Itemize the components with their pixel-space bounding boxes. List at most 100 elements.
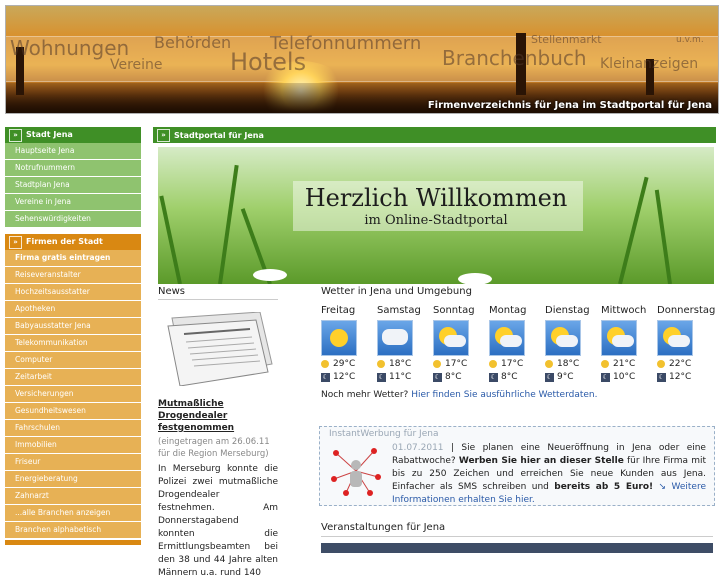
ad-date: 01.07.2011 <box>392 443 444 453</box>
weather-night-temp: 12°C <box>669 372 692 382</box>
weather-day: Mittwoch 21°C ☾ 10°C <box>601 305 657 382</box>
weather-day-name: Sonntag <box>433 305 475 316</box>
weather-details-link[interactable]: Hier finden Sie ausführliche Wetterdaten… <box>411 390 597 400</box>
sidebar-item[interactable]: Immobilien <box>5 437 141 454</box>
main-heading-bar: » Stadtportal für Jena <box>153 127 716 143</box>
sidebar-next-section-edge <box>5 540 141 545</box>
double-arrow-icon: » <box>9 235 22 249</box>
banner-caption: Firmenverzeichnis für Jena im Stadtporta… <box>427 100 712 111</box>
partly-cloudy-icon <box>489 320 525 356</box>
sidebar-item[interactable]: Apotheken <box>5 301 141 318</box>
weather-day-name: Montag <box>489 305 527 316</box>
weather-title: Wetter in Jena und Umgebung <box>321 286 472 297</box>
news-headline-link[interactable]: Mutmaßliche Drogendealer festgenommen <box>158 398 278 434</box>
sidebar-item[interactable]: Computer <box>5 352 141 369</box>
sidebar-item[interactable]: Reiseveranstalter <box>5 267 141 284</box>
sun-icon <box>377 360 385 368</box>
daisy-flower <box>458 273 492 284</box>
banner-word: Kleinanzeigen <box>600 56 699 72</box>
sidebar-item[interactable]: Zeitarbeit <box>5 369 141 386</box>
weather-day-temp: 18°C <box>389 359 412 369</box>
banner-word: Vereine <box>110 57 163 73</box>
weather-night-temp: 9°C <box>557 372 574 382</box>
partly-cloudy-icon <box>545 320 581 356</box>
sidebar-item-sehenswuerdigkeiten[interactable]: Sehenswürdigkeiten <box>5 211 141 228</box>
moon-icon: ☾ <box>377 372 386 382</box>
weather-day-temp: 18°C <box>557 359 580 369</box>
sidebar-section-companies: » Firmen der Stadt Firma gratis eintrage… <box>5 234 141 539</box>
weather-night-temp: 8°C <box>445 372 462 382</box>
sidebar-item[interactable]: Zahnarzt <box>5 488 141 505</box>
sidebar-item-all-branches[interactable]: ...alle Branchen anzeigen <box>5 505 141 522</box>
sidebar-item[interactable]: Fahrschulen <box>5 420 141 437</box>
moon-icon: ☾ <box>489 372 498 382</box>
banner-word: Branchenbuch <box>442 46 587 70</box>
sidebar-item[interactable]: Telekommunikation <box>5 335 141 352</box>
welcome-banner: Herzlich Willkommen im Online-Stadtporta… <box>158 147 714 284</box>
weather-day-temp: 29°C <box>333 359 356 369</box>
welcome-subtitle: im Online-Stadtportal <box>364 213 508 228</box>
events-title: Veranstaltungen für Jena <box>321 522 713 537</box>
ad-text-bold: Werben Sie hier an dieser Stelle <box>458 456 624 466</box>
sidebar-item[interactable]: Hochzeitsausstatter <box>5 284 141 301</box>
sidebar-item-vereine[interactable]: Vereine in Jena <box>5 194 141 211</box>
sidebar-heading: » Firmen der Stadt <box>5 234 141 250</box>
sidebar-item-notrufnummern[interactable]: Notrufnummern <box>5 160 141 177</box>
sun-icon <box>433 360 441 368</box>
daisy-flower <box>253 269 287 281</box>
weather-day-name: Mittwoch <box>601 305 647 316</box>
main-heading: Stadtportal für Jena <box>174 130 264 140</box>
sidebar-item[interactable]: Energieberatung <box>5 471 141 488</box>
weather-day: Donnerstag 22°C ☾ 12°C <box>657 305 715 382</box>
banner-word: Stellenmarkt <box>531 33 602 46</box>
sidebar-item[interactable]: Gesundheitswesen <box>5 403 141 420</box>
news-column: News Mutmaßliche Drogendealer festgenomm… <box>158 286 278 580</box>
ad-label: InstantWerbung für Jena <box>329 429 439 439</box>
sidebar-item[interactable]: Friseur <box>5 454 141 471</box>
weather-day: Dienstag 18°C ☾ 9°C <box>545 305 601 382</box>
main-content: » Stadtportal für Jena Herzlich Willkomm… <box>153 127 716 578</box>
weather-day-name: Dienstag <box>545 305 590 316</box>
instant-ad-box: InstantWerbung für Jena 01.07.2011 | Sie… <box>319 426 715 506</box>
sun-icon <box>657 360 665 368</box>
sidebar-item[interactable]: Babyausstatter Jena <box>5 318 141 335</box>
moon-icon: ☾ <box>601 372 610 382</box>
ad-text: 01.07.2011 | Sie planen eine Neueröffnun… <box>392 442 706 507</box>
banner-word: Behörden <box>154 33 232 52</box>
sun-icon <box>601 360 609 368</box>
sidebar-item-alphabetical[interactable]: Branchen alphabetisch <box>5 522 141 539</box>
sun-icon <box>545 360 553 368</box>
sunny-icon <box>321 320 357 356</box>
news-title: News <box>158 286 278 300</box>
weather-night-temp: 12°C <box>333 372 356 382</box>
events-section: Veranstaltungen für Jena <box>321 522 713 553</box>
news-body: In Merseburg konnte die Polizei zwei mut… <box>158 464 278 578</box>
sidebar-item-stadtplan[interactable]: Stadtplan Jena <box>5 177 141 194</box>
weather-day: Freitag 29°C ☾ 12°C <box>321 305 377 382</box>
weather-day: Montag 17°C ☾ 8°C <box>489 305 545 382</box>
sidebar-item-hauptseite[interactable]: Hauptseite Jena <box>5 143 141 160</box>
header-banner: Wohnungen Behörden Telefonnummern Stelle… <box>5 5 719 114</box>
banner-word: Hotels <box>230 48 307 76</box>
partly-cloudy-icon <box>601 320 637 356</box>
sidebar-item[interactable]: Versicherungen <box>5 386 141 403</box>
weather-day-temp: 17°C <box>445 359 468 369</box>
sun-icon <box>321 360 329 368</box>
weather-day-name: Freitag <box>321 305 356 316</box>
weather-section: Wetter in Jena und Umgebung Freitag 29°C… <box>321 286 715 400</box>
banner-word: u.v.m. <box>676 35 704 45</box>
sidebar-heading-label: Firmen der Stadt <box>26 237 103 246</box>
weather-day-temp: 21°C <box>613 359 636 369</box>
partly-cloudy-icon <box>657 320 693 356</box>
welcome-title: Herzlich Willkommen <box>304 184 568 212</box>
weather-night-temp: 11°C <box>389 372 412 382</box>
sidebar-item-firma-eintragen[interactable]: Firma gratis eintragen <box>5 250 141 267</box>
double-arrow-icon: » <box>9 128 22 142</box>
sidebar-heading-label: Stadt Jena <box>26 130 73 139</box>
moon-icon: ☾ <box>657 372 666 382</box>
sidebar-heading: » Stadt Jena <box>5 127 141 143</box>
moon-icon: ☾ <box>321 372 330 382</box>
news-meta: (eingetragen am 26.06.11 für die Region … <box>158 437 270 459</box>
weather-day-temp: 17°C <box>501 359 524 369</box>
weather-day-temp: 22°C <box>669 359 692 369</box>
